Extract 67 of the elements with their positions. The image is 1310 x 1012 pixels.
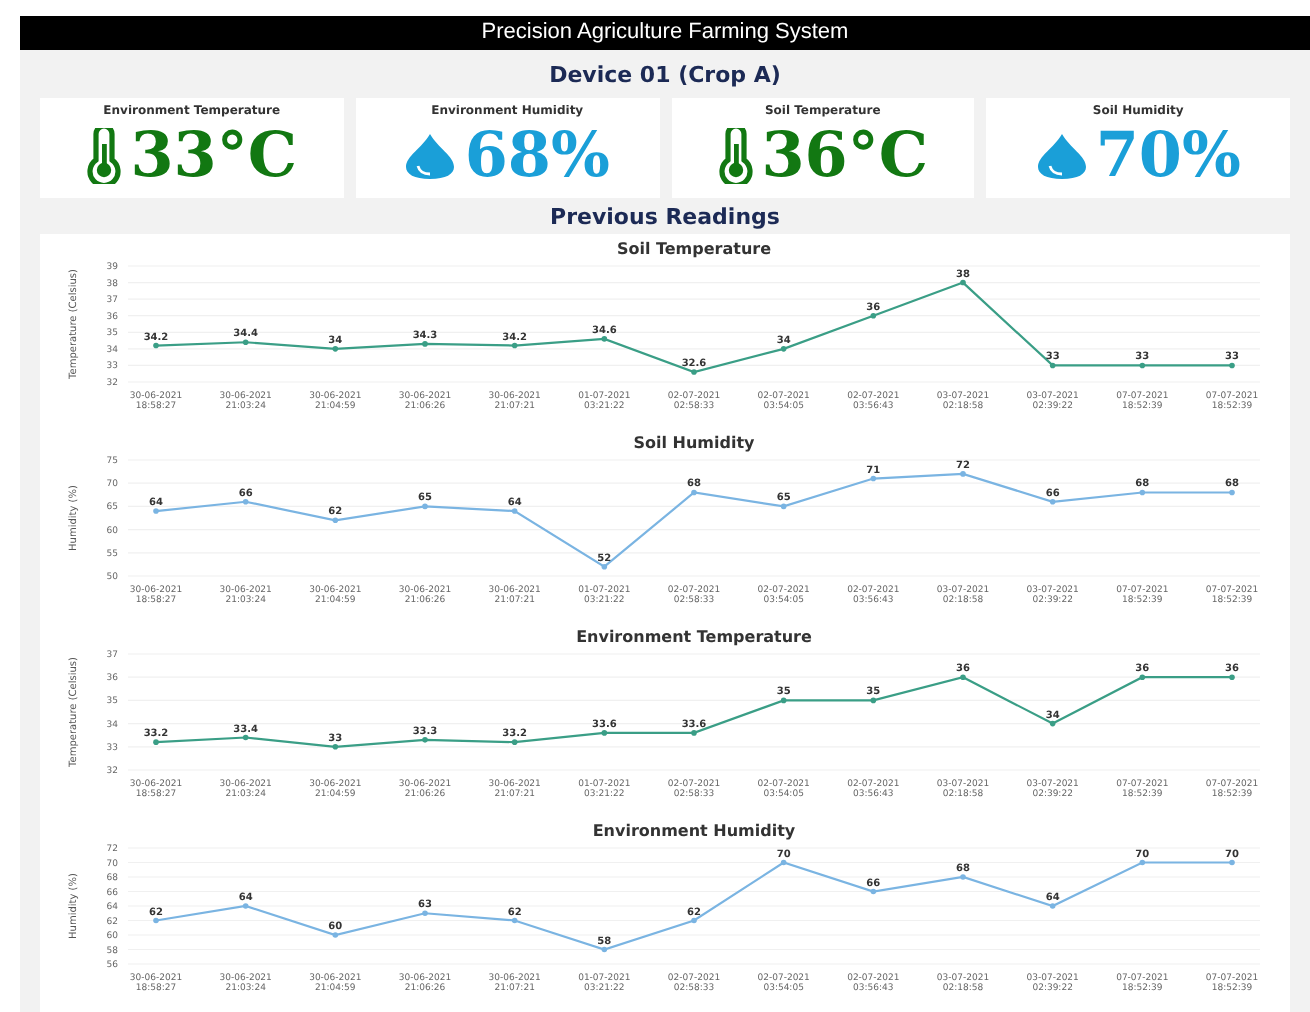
data-point [1139, 674, 1146, 680]
data-point [242, 498, 249, 505]
data-point [153, 342, 159, 349]
data-point [153, 739, 159, 745]
data-point [511, 508, 518, 514]
data-point [691, 917, 697, 924]
data-point [1139, 859, 1146, 866]
data-point [1229, 362, 1235, 369]
data-point [601, 730, 608, 736]
section-title: Previous Readings [548, 204, 782, 230]
data-point [1049, 498, 1056, 505]
water-drop-icon [404, 132, 457, 180]
data-point [960, 279, 966, 286]
data-point [1049, 362, 1056, 369]
data-point [691, 489, 697, 496]
data-point [1049, 720, 1056, 727]
data-point [960, 674, 966, 680]
data-point [1229, 674, 1235, 680]
chart-title: Environment Humidity [592, 822, 796, 840]
data-point [1139, 362, 1146, 369]
data-point [1139, 489, 1146, 496]
data-point [332, 346, 339, 352]
reading-value: 36°C [761, 120, 929, 192]
data-point [511, 342, 518, 349]
data-point [870, 697, 877, 704]
chart-title: Soil Temperature [616, 240, 772, 258]
data-point [422, 737, 428, 743]
data-point [960, 874, 966, 880]
data-point [780, 859, 787, 866]
data-point [422, 910, 428, 917]
data-point [242, 734, 249, 741]
data-point [870, 888, 877, 895]
chart-title: Environment Temperature [576, 628, 812, 646]
data-point [422, 341, 428, 347]
data-point [870, 475, 877, 482]
data-point [780, 697, 787, 704]
data-point [242, 903, 249, 909]
data-point [601, 336, 608, 342]
thermometer-icon [717, 128, 754, 184]
data-point [1229, 859, 1235, 866]
data-point [691, 730, 697, 736]
water-drop-icon [1035, 132, 1088, 180]
chart-title: Soil Humidity [633, 434, 755, 452]
data-point [870, 312, 877, 319]
device-title: Device 01 (Crop A) [547, 62, 783, 88]
data-point [1049, 903, 1056, 909]
data-point [780, 503, 787, 510]
data-point [780, 346, 787, 352]
data-point [153, 917, 159, 924]
data-point [153, 508, 159, 514]
reading-value: 68% [464, 120, 610, 192]
data-point [242, 339, 249, 346]
data-point [601, 563, 608, 570]
data-point [1229, 489, 1235, 496]
data-point [691, 369, 697, 375]
title-bar: Precision Agriculture Farming System [20, 16, 1310, 50]
reading-value: 70% [1095, 120, 1241, 192]
data-point [601, 946, 608, 953]
data-point [332, 744, 339, 750]
thermometer-icon [86, 128, 123, 184]
data-point [511, 917, 518, 924]
data-point [332, 517, 339, 524]
data-point [332, 932, 339, 938]
data-point [960, 471, 966, 477]
data-point [422, 503, 428, 510]
data-point [511, 739, 518, 745]
reading-value: 33°C [130, 120, 298, 192]
